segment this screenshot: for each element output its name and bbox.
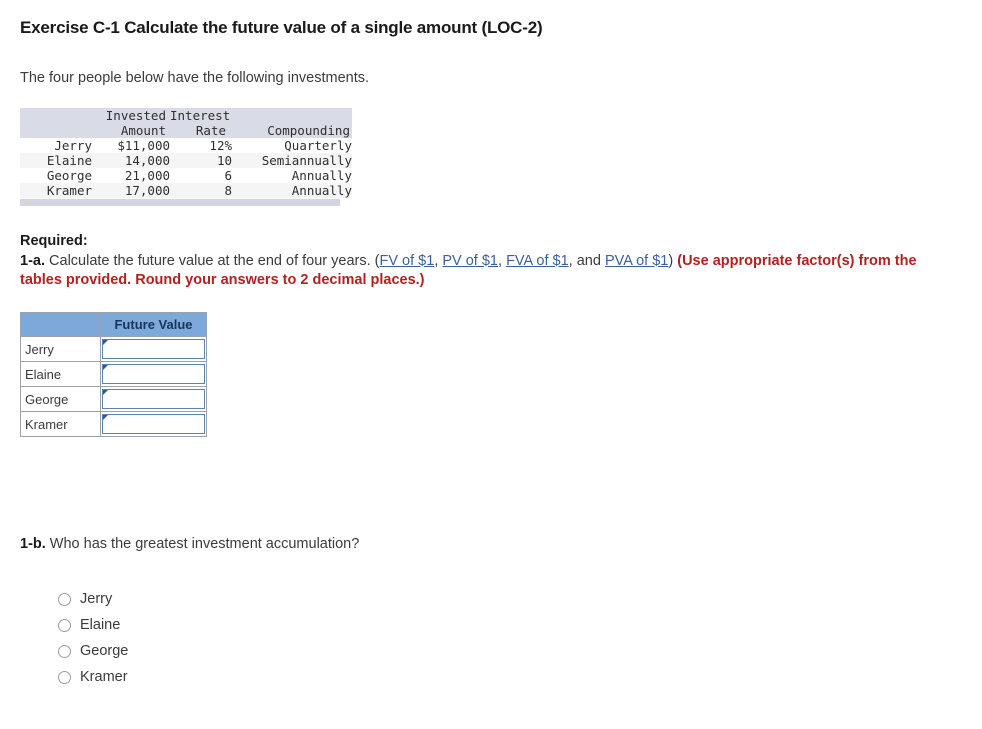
table-row: Kramer 17,000 8 Annually [20, 183, 352, 198]
header-compounding-label: Compounding [267, 123, 350, 138]
cell-amount: $11,000 [92, 138, 170, 153]
future-value-input-jerry[interactable] [102, 339, 205, 359]
radio-icon[interactable] [58, 618, 71, 632]
link-pv-of-1[interactable]: PV of $1 [442, 253, 498, 269]
answer-row-label: George [20, 386, 101, 412]
answer-row-label: Elaine [20, 361, 101, 387]
question-1b: 1-b. Who has the greatest investment acc… [20, 536, 359, 552]
cell-compounding: Quarterly [232, 138, 352, 153]
radio-option-kramer[interactable]: Kramer [58, 664, 128, 690]
answer-header-blank [20, 312, 101, 337]
radio-label-jerry: Jerry [80, 591, 113, 607]
cell-compounding: Semiannually [232, 153, 352, 168]
question-number-1a: 1-a. [20, 252, 45, 269]
answer-row: Elaine [20, 361, 207, 387]
radio-label-kramer: Kramer [80, 669, 128, 685]
table-row: Jerry $11,000 12% Quarterly [20, 138, 352, 153]
cell-name: Kramer [20, 183, 92, 198]
cell-name: George [20, 168, 92, 183]
header-invested-amount-line1: Invested [105, 108, 166, 123]
future-value-answer-table: Future Value Jerry Elaine George Kramer [20, 312, 207, 437]
future-value-input-kramer[interactable] [102, 414, 205, 434]
header-compounding: Compounding [232, 108, 352, 138]
required-section: Required: 1-a. Calculate the future valu… [20, 232, 960, 291]
link-separator: , [498, 252, 507, 269]
radio-option-george[interactable]: George [58, 638, 128, 664]
future-value-input-cell-george[interactable] [100, 386, 207, 412]
answer-row: Jerry [20, 336, 207, 362]
header-invested-amount-line2: Amount [120, 123, 166, 138]
answer-options-1b: Jerry Elaine George Kramer [58, 586, 128, 690]
header-interest-rate: Interest Rate [170, 108, 232, 138]
cell-compounding: Annually [232, 168, 352, 183]
header-name [20, 108, 92, 138]
answer-row: George [20, 386, 207, 412]
link-fva-of-1[interactable]: FVA of $1 [506, 253, 569, 269]
cell-compounding: Annually [232, 183, 352, 198]
table-header-row: Invested Amount Interest Rate Compoundin… [20, 108, 352, 138]
cell-amount: 14,000 [92, 153, 170, 168]
header-invested-amount: Invested Amount [92, 108, 170, 138]
answer-row-label: Kramer [20, 411, 101, 437]
future-value-input-cell-kramer[interactable] [100, 411, 207, 437]
question-number-1b: 1-b. [20, 536, 46, 552]
link-pva-of-1[interactable]: PVA of $1 [605, 253, 668, 269]
future-value-input-cell-elaine[interactable] [100, 361, 207, 387]
question-1b-text: Who has the greatest investment accumula… [45, 536, 360, 552]
future-value-input-elaine[interactable] [102, 364, 205, 384]
cell-amount: 17,000 [92, 183, 170, 198]
cell-rate: 6 [170, 168, 232, 183]
intro-paragraph: The four people below have the following… [20, 70, 370, 86]
cell-rate: 8 [170, 183, 232, 198]
close-paren: ) [668, 252, 678, 269]
radio-label-george: George [80, 643, 129, 659]
answer-header-row: Future Value [20, 312, 207, 337]
future-value-input-george[interactable] [102, 389, 205, 409]
answer-header-future-value: Future Value [100, 312, 207, 337]
future-value-input-cell-jerry[interactable] [100, 336, 207, 362]
radio-option-elaine[interactable]: Elaine [58, 612, 128, 638]
radio-option-jerry[interactable]: Jerry [58, 586, 128, 612]
page-title: Exercise C-1 Calculate the future value … [20, 18, 543, 37]
table-row: George 21,000 6 Annually [20, 168, 352, 183]
cell-rate: 12% [170, 138, 232, 153]
cell-amount: 21,000 [92, 168, 170, 183]
cell-name: Elaine [20, 153, 92, 168]
answer-row-label: Jerry [20, 336, 101, 362]
cell-rate: 10 [170, 153, 232, 168]
link-fv-of-1[interactable]: FV of $1 [380, 253, 435, 269]
cell-name: Jerry [20, 138, 92, 153]
link-separator: , and [568, 252, 605, 269]
required-label: Required: [20, 233, 88, 249]
investment-data-table: Invested Amount Interest Rate Compoundin… [20, 108, 352, 198]
table-row: Elaine 14,000 10 Semiannually [20, 153, 352, 168]
table-bottom-bar [20, 199, 340, 206]
header-interest-rate-line2: Rate [195, 123, 226, 138]
radio-icon[interactable] [58, 670, 71, 684]
header-interest-rate-line1: Interest [170, 108, 231, 123]
radio-label-elaine: Elaine [80, 617, 121, 633]
radio-icon[interactable] [58, 592, 71, 606]
question-1a-text: Calculate the future value at the end of… [45, 252, 380, 269]
answer-row: Kramer [20, 411, 207, 437]
radio-icon[interactable] [58, 644, 71, 658]
